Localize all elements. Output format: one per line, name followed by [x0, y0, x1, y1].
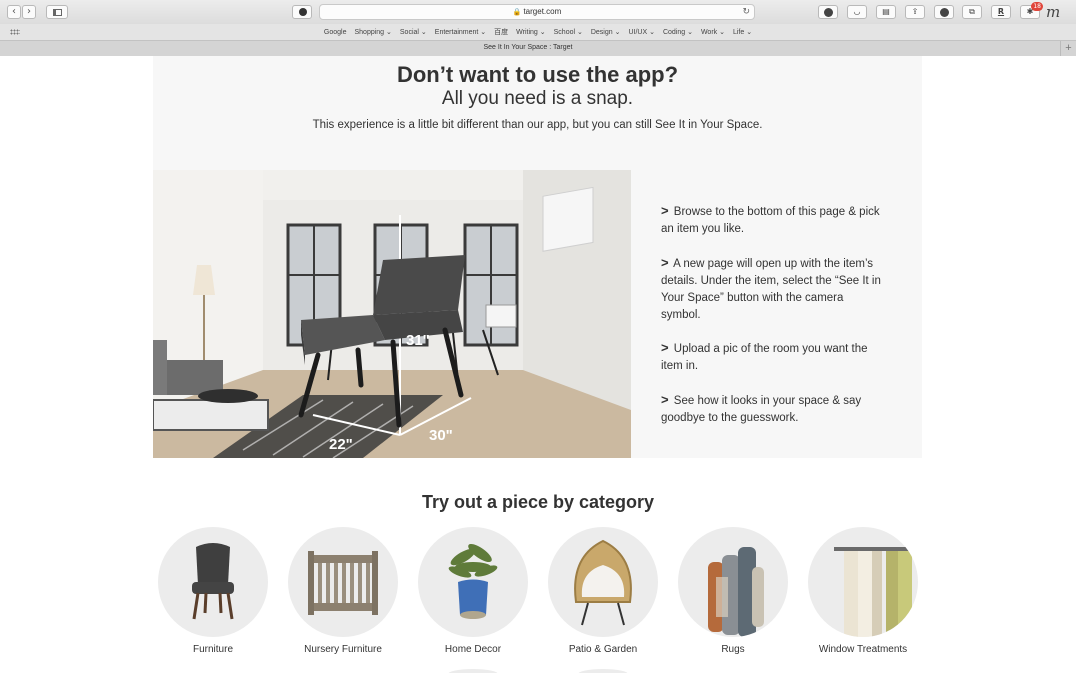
favorite-link[interactable]: Coding ⌄	[663, 29, 693, 36]
room-photo: 31" 22" 30"	[153, 170, 631, 458]
extension-badge-icon[interactable]: ✱ 18	[1020, 2, 1043, 19]
rolled-rugs-image[interactable]	[678, 527, 788, 637]
favorite-link[interactable]: Design ⌄	[591, 29, 621, 36]
chevron-right-icon: >	[661, 203, 669, 218]
category-window-treatments[interactable]: Window Treatments	[808, 527, 918, 655]
height-dimension-label: 31"	[406, 332, 430, 349]
depth-dimension-label: 30"	[429, 427, 453, 444]
favorite-link[interactable]: Google	[324, 29, 347, 36]
step-text: Browse to the bottom of this page & pick…	[661, 206, 880, 235]
pocket-icon[interactable]: ◡	[847, 5, 867, 19]
url-text: target.com	[523, 7, 562, 16]
step-text: See how it looks in your space & say goo…	[661, 395, 862, 424]
favorite-link[interactable]: 百度	[494, 29, 508, 36]
new-tab-button[interactable]: +	[1060, 41, 1076, 56]
category-rugs[interactable]: Rugs	[678, 527, 788, 655]
page-subtitle: All you need is a snap.	[441, 88, 634, 109]
category-furniture[interactable]: Furniture	[158, 527, 268, 655]
reader-icon[interactable]: ▤	[876, 5, 896, 19]
category-nursery-furniture[interactable]: Nursery Furniture	[288, 527, 398, 655]
favorite-link[interactable]: Writing ⌄	[516, 29, 545, 36]
tab-bar: See It In Your Space : Target +	[0, 40, 1076, 56]
category-label[interactable]: Window Treatments	[768, 644, 958, 655]
width-dimension-label: 22"	[329, 436, 353, 453]
instructions-panel: > Browse to the bottom of this page & pi…	[638, 170, 922, 458]
step-1: > Browse to the bottom of this page & pi…	[661, 202, 886, 238]
page-title: Don’t want to use the app?	[396, 62, 679, 87]
tabs-icon[interactable]: ⧉	[962, 5, 982, 19]
favorite-link[interactable]: Shopping ⌄	[354, 29, 391, 36]
plant-vase-image[interactable]	[418, 527, 528, 637]
sidebar-toggle-icon[interactable]	[46, 5, 68, 19]
adblock-icon[interactable]	[934, 5, 954, 19]
reload-icon[interactable]: ↻	[742, 5, 750, 19]
step-2: > A new page will open up with the item’…	[661, 254, 886, 324]
favorite-link[interactable]: Entertainment ⌄	[435, 29, 486, 36]
share-icon[interactable]: ⇪	[905, 5, 925, 19]
favorite-link[interactable]: School ⌄	[554, 29, 583, 36]
forward-icon[interactable]: ›	[22, 5, 36, 19]
favorite-link[interactable]: Life ⌄	[733, 29, 752, 36]
back-icon[interactable]: ‹	[7, 5, 21, 19]
page-description: This experience is a little bit differen…	[312, 119, 763, 131]
active-tab[interactable]: See It In Your Space : Target	[0, 44, 1056, 51]
m-extension-icon[interactable]: m	[1046, 3, 1060, 21]
next-row-item	[578, 669, 628, 673]
step-text: Upload a pic of the room you want the it…	[661, 343, 868, 372]
favorite-link[interactable]: UI/UX ⌄	[628, 29, 654, 36]
chevron-right-icon: >	[661, 392, 669, 407]
favorite-link[interactable]: Work ⌄	[701, 29, 725, 36]
category-home-decor[interactable]: Home Decor	[418, 527, 528, 655]
next-row-item	[448, 669, 498, 673]
category-section-title: Try out a piece by category	[421, 492, 655, 512]
favorite-link[interactable]: Social ⌄	[400, 29, 427, 36]
address-bar[interactable]: 🔒 target.com ↻	[319, 4, 755, 20]
lock-icon: 🔒	[512, 9, 522, 16]
download-icon[interactable]	[818, 5, 838, 19]
favorites-list: Google Shopping ⌄ Social ⌄ Entertainment ⌄ 百…	[0, 27, 1076, 37]
chevron-right-icon: >	[661, 340, 669, 355]
category-patio-garden[interactable]: Patio & Garden	[548, 527, 658, 655]
chair-image[interactable]	[158, 527, 268, 637]
browser-chrome: ‹ › 🔒 target.com ↻ ◡ ▤ ⇪ ⧉ R ✱ 18 m Google…	[0, 0, 1076, 56]
browser-toolbar: ‹ › 🔒 target.com ↻ ◡ ▤ ⇪ ⧉ R ✱ 18 m	[0, 0, 1076, 24]
privacy-extension-icon[interactable]	[292, 5, 312, 19]
step-text: A new page will open up with the item’s …	[661, 258, 881, 321]
r-extension-icon[interactable]: R	[991, 5, 1011, 19]
step-4: > See how it looks in your space & say g…	[661, 391, 886, 427]
step-3: > Upload a pic of the room you want the …	[661, 339, 886, 375]
curtains-image[interactable]	[808, 527, 918, 637]
egg-chair-image[interactable]	[548, 527, 658, 637]
chevron-right-icon: >	[661, 255, 669, 270]
favorites-bar: Google Shopping ⌄ Social ⌄ Entertainment ⌄ 百…	[0, 24, 1076, 40]
notification-badge: 18	[1031, 2, 1043, 11]
crib-image[interactable]	[288, 527, 398, 637]
